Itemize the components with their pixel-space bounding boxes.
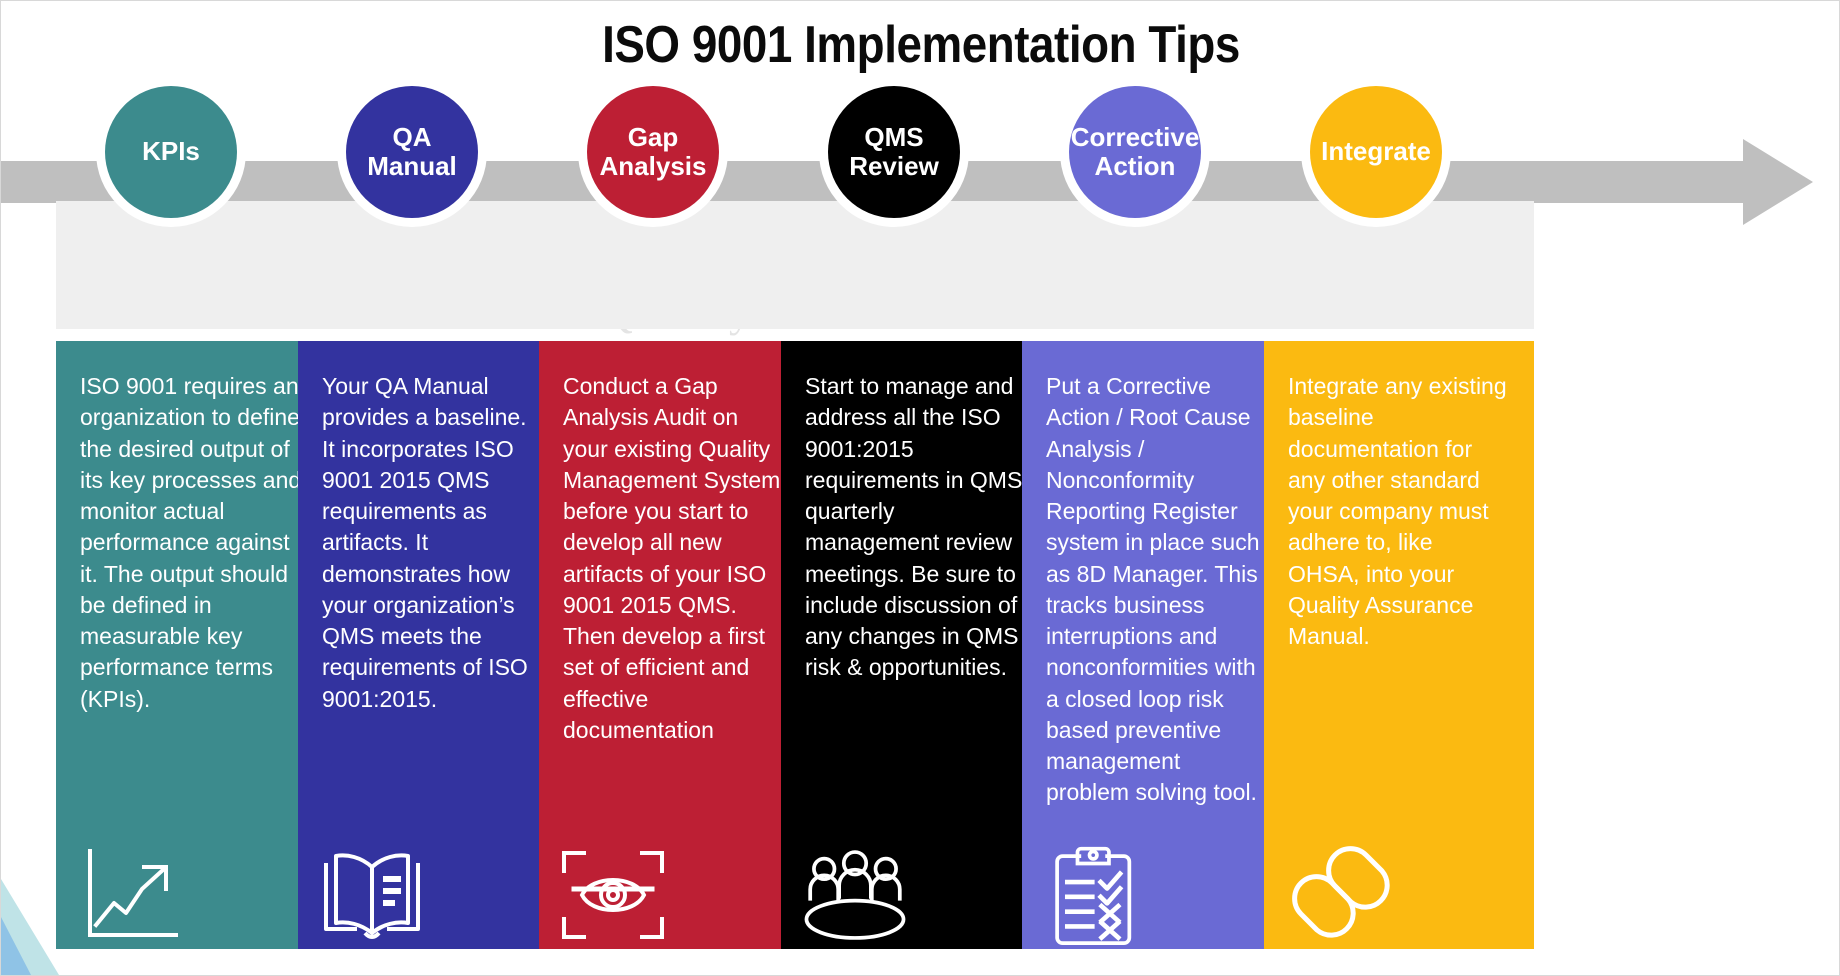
step-body-kpis: ISO 9001 requires an organization to def… <box>80 373 302 712</box>
step-circle-integrate[interactable]: Integrate <box>1310 86 1442 218</box>
placeholder-card-gap-analysis <box>539 201 809 329</box>
step-circle-qa-manual[interactable]: QA Manual <box>346 86 478 218</box>
step-body-qa-manual: Your QA Manual provides a baseline. It i… <box>322 373 535 712</box>
meeting-people-table-icon <box>799 845 911 945</box>
eye-scan-audit-icon <box>557 845 669 945</box>
step-circle-gap-analysis[interactable]: Gap Analysis <box>587 86 719 218</box>
chain-links-icon <box>1282 845 1394 945</box>
line-chart-growth-icon <box>74 845 186 945</box>
step-circle-label-kpis: KPIs <box>142 136 200 167</box>
step-panel-qa-manual: Your QA Manual provides a baseline. It i… <box>298 341 568 949</box>
step-circle-label-corrective-action: Corrective Action <box>1070 121 1200 181</box>
step-body-gap-analysis: Conduct a Gap Analysis Audit on your exi… <box>563 373 781 743</box>
right-arrow-icon <box>1743 139 1813 225</box>
step-body-qms-review: Start to manage and address all the ISO … <box>805 373 1023 681</box>
placeholder-card-corrective-action <box>1022 201 1292 329</box>
placeholder-card-integrate <box>1264 201 1534 329</box>
placeholder-card-qa-manual <box>298 201 568 329</box>
step-panel-qms-review: Start to manage and address all the ISO … <box>781 341 1051 949</box>
step-circle-label-gap-analysis: Gap Analysis <box>599 121 707 181</box>
clipboard-checklist-icon <box>1040 845 1152 945</box>
step-circle-label-qa-manual: QA Manual <box>367 121 457 181</box>
slide-canvas: ISO 9001 Implementation Tips Copyright Q… <box>0 0 1840 976</box>
step-circle-kpis[interactable]: KPIs <box>105 86 237 218</box>
placeholder-card-kpis <box>56 201 326 329</box>
step-circle-corrective-action[interactable]: Corrective Action <box>1069 86 1201 218</box>
placeholder-card-qms-review <box>781 201 1051 329</box>
page-title: ISO 9001 Implementation Tips <box>602 16 1240 74</box>
step-circle-qms-review[interactable]: QMS Review <box>828 86 960 218</box>
step-circle-label-integrate: Integrate <box>1321 136 1431 167</box>
open-book-icon <box>316 845 428 945</box>
step-panel-gap-analysis: Conduct a Gap Analysis Audit on your exi… <box>539 341 809 949</box>
step-body-corrective-action: Put a Corrective Action / Root Cause Ana… <box>1046 373 1266 806</box>
step-body-integrate: Integrate any existing baseline document… <box>1288 373 1514 650</box>
step-panel-corrective-action: Put a Corrective Action / Root Cause Ana… <box>1022 341 1292 949</box>
decorative-corner-blue <box>1 917 31 975</box>
step-panel-integrate: Integrate any existing baseline document… <box>1264 341 1534 949</box>
step-panel-kpis: ISO 9001 requires an organization to def… <box>56 341 326 949</box>
step-circle-label-qms-review: QMS Review <box>849 121 939 181</box>
